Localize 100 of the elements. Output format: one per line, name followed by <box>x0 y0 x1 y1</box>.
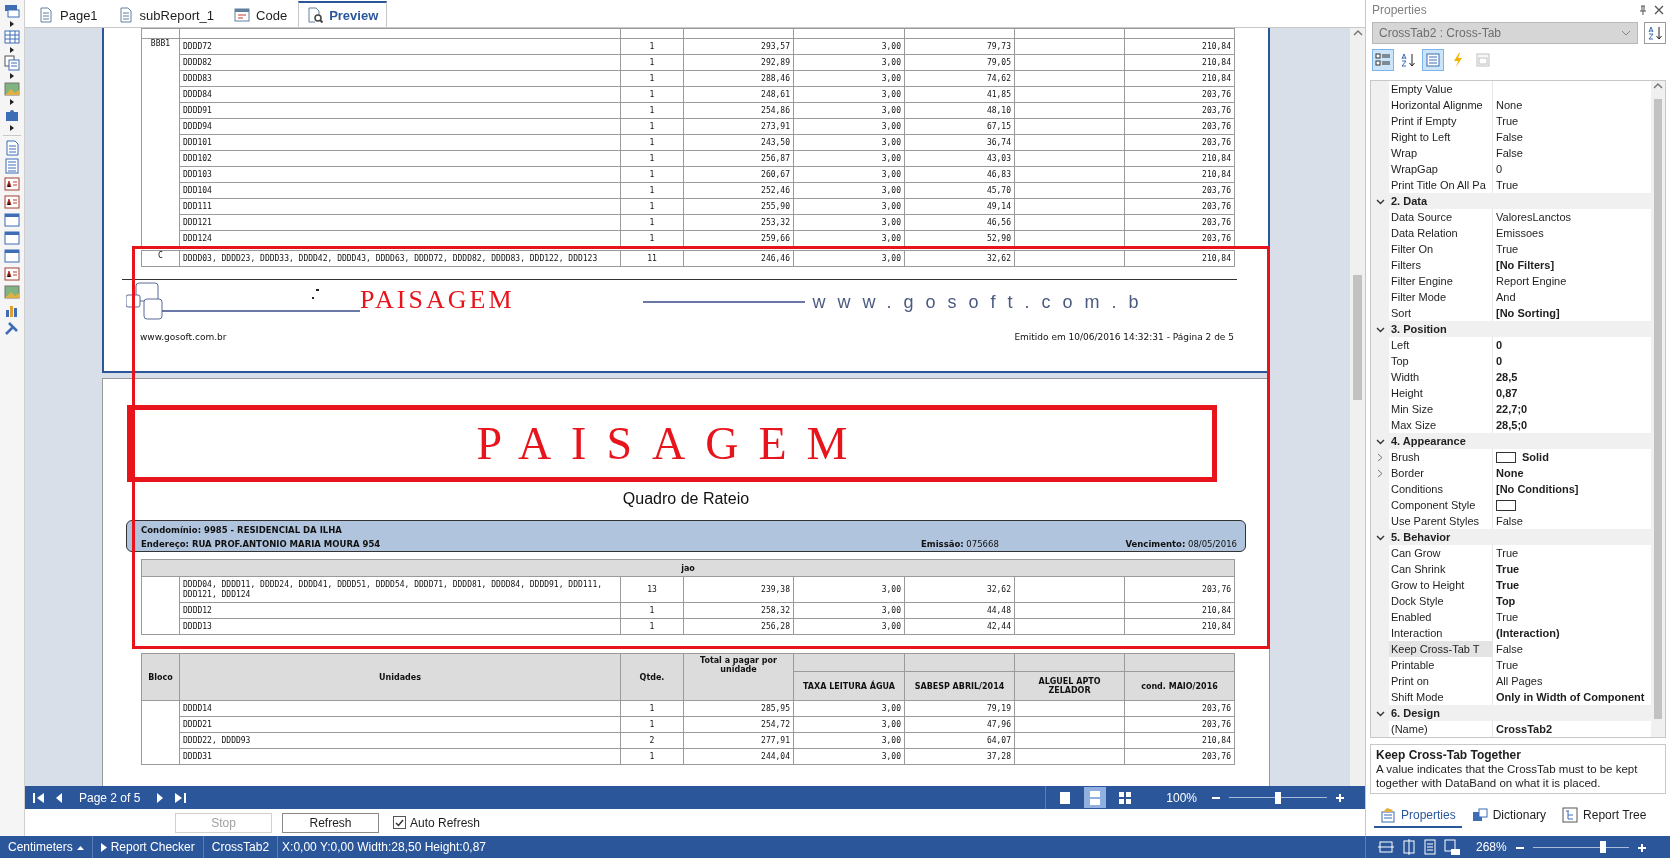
expand-arrow-icon[interactable] <box>8 47 16 53</box>
property-value[interactable]: True <box>1496 243 1519 255</box>
property-value[interactable]: None <box>1496 99 1523 111</box>
page-icon[interactable] <box>1424 839 1436 855</box>
property-value[interactable]: True <box>1496 659 1519 671</box>
sort-button[interactable] <box>1644 22 1666 44</box>
category-label[interactable]: 6. Design <box>1389 707 1651 719</box>
property-value[interactable]: 0 <box>1496 355 1503 367</box>
slider-thumb[interactable] <box>1275 791 1281 804</box>
property-name[interactable]: Filter Engine <box>1389 273 1493 289</box>
property-value[interactable]: True <box>1496 115 1519 127</box>
slider-thumb[interactable] <box>1599 841 1606 853</box>
property-name[interactable]: Border <box>1389 465 1493 481</box>
property-name[interactable]: (Name) <box>1389 721 1493 737</box>
scrollbar-thumb[interactable] <box>1654 99 1662 719</box>
property-value[interactable]: Emissoes <box>1496 227 1544 239</box>
property-name[interactable]: Width <box>1389 369 1493 385</box>
category-label[interactable]: 2. Data <box>1389 195 1651 207</box>
property-name[interactable]: Keep Cross-Tab T <box>1389 641 1493 657</box>
property-name[interactable]: Print if Empty <box>1389 113 1493 129</box>
property-name[interactable]: Filter Mode <box>1389 289 1493 305</box>
property-name[interactable]: Data Source <box>1389 209 1493 225</box>
property-value[interactable]: All Pages <box>1496 675 1543 687</box>
property-name[interactable]: Printable <box>1389 657 1493 673</box>
property-name[interactable]: Enabled <box>1389 609 1493 625</box>
property-value[interactable]: True <box>1496 563 1520 575</box>
property-name[interactable]: Height <box>1389 385 1493 401</box>
property-name[interactable]: Filters <box>1389 257 1493 273</box>
property-name[interactable]: Dock Style <box>1389 593 1493 609</box>
puzzle-icon[interactable] <box>4 107 20 123</box>
property-name[interactable]: Min Size <box>1389 401 1493 417</box>
property-value[interactable]: True <box>1496 547 1519 559</box>
report-checker-button[interactable]: Report Checker <box>92 836 204 858</box>
property-value[interactable]: 0,87 <box>1496 387 1518 399</box>
property-value[interactable]: 22,7;0 <box>1496 403 1528 415</box>
text-icon[interactable] <box>4 266 20 282</box>
property-value[interactable]: Solid <box>1522 451 1549 463</box>
expand-arrow-icon[interactable] <box>8 99 16 105</box>
property-value[interactable]: CrossTab2 <box>1496 723 1553 735</box>
property-name[interactable]: Right to Left <box>1389 129 1493 145</box>
property-name[interactable]: Grow to Height <box>1389 577 1493 593</box>
property-value[interactable]: Only in Width of Component <box>1496 691 1645 703</box>
property-name[interactable]: Data Relation <box>1389 225 1493 241</box>
zoom-in-icon[interactable] <box>1335 792 1345 803</box>
property-value[interactable]: True <box>1496 611 1519 623</box>
fit-width-icon[interactable] <box>1378 840 1394 854</box>
panel-tab[interactable]: Properties <box>1374 804 1462 828</box>
actual-size-icon[interactable] <box>1444 839 1460 855</box>
pin-icon[interactable] <box>1638 5 1648 15</box>
unit-selector[interactable]: Centimeters <box>0 836 93 858</box>
property-name[interactable]: Conditions <box>1389 481 1493 497</box>
expand-arrow-icon[interactable] <box>8 125 16 131</box>
property-value[interactable]: (Interaction) <box>1496 627 1560 639</box>
property-name[interactable]: Brush <box>1389 449 1493 465</box>
property-value[interactable]: False <box>1496 643 1523 655</box>
property-name[interactable]: Horizontal Alignme <box>1389 97 1493 113</box>
object-selector[interactable]: CrossTab2 : Cross-Tab <box>1372 22 1638 44</box>
property-name[interactable]: Component Style <box>1389 497 1493 513</box>
band-icon[interactable] <box>4 3 20 19</box>
panel-tab[interactable]: Report Tree <box>1556 804 1653 828</box>
property-value[interactable]: False <box>1496 131 1523 143</box>
expand-arrow-icon[interactable] <box>8 21 16 27</box>
scroll-up-icon[interactable] <box>1352 28 1363 38</box>
property-value[interactable]: [No Sorting] <box>1496 307 1560 319</box>
property-value[interactable]: Report Engine <box>1496 275 1567 287</box>
toolbar-button[interactable] <box>1372 49 1394 71</box>
property-value[interactable]: Top <box>1496 595 1516 607</box>
property-value[interactable]: 28,5 <box>1496 371 1518 383</box>
category-label[interactable]: 5. Behavior <box>1389 531 1651 543</box>
tools-icon[interactable] <box>4 320 20 336</box>
refresh-button[interactable]: Refresh <box>282 812 379 833</box>
property-name[interactable]: Can Grow <box>1389 545 1493 561</box>
panel-icon[interactable] <box>4 230 20 246</box>
property-name[interactable]: Filter On <box>1389 241 1493 257</box>
property-value[interactable]: None <box>1496 467 1524 479</box>
panel-icon[interactable] <box>4 212 20 228</box>
last-page-icon[interactable] <box>174 791 187 804</box>
property-value[interactable]: [No Filters] <box>1496 259 1555 271</box>
text-icon[interactable] <box>4 194 20 210</box>
fit-height-icon[interactable] <box>1402 839 1416 855</box>
property-value[interactable]: And <box>1496 291 1516 303</box>
property-value[interactable]: 0 <box>1496 163 1503 175</box>
property-value[interactable]: 0 <box>1496 339 1503 351</box>
property-value[interactable]: False <box>1496 515 1523 527</box>
auto-refresh-checkbox[interactable] <box>393 816 406 829</box>
expand-arrow-icon[interactable] <box>8 73 16 79</box>
panel-tab[interactable]: Dictionary <box>1465 804 1553 828</box>
property-value[interactable]: False <box>1496 147 1523 159</box>
category-label[interactable]: 4. Appearance <box>1389 435 1651 447</box>
scroll-up-icon[interactable] <box>1653 81 1663 91</box>
property-name[interactable]: Wrap <box>1389 145 1493 161</box>
panel-icon[interactable] <box>4 248 20 264</box>
text-icon[interactable] <box>4 176 20 192</box>
property-name[interactable]: Empty Value <box>1389 81 1493 97</box>
property-name[interactable]: Print on <box>1389 673 1493 689</box>
property-name[interactable]: Can Shrink <box>1389 561 1493 577</box>
zoom-slider[interactable] <box>1229 790 1327 805</box>
zoom-slider[interactable] <box>1532 840 1629 854</box>
tab[interactable]: Preview <box>298 1 388 27</box>
property-value[interactable]: True <box>1496 179 1519 191</box>
